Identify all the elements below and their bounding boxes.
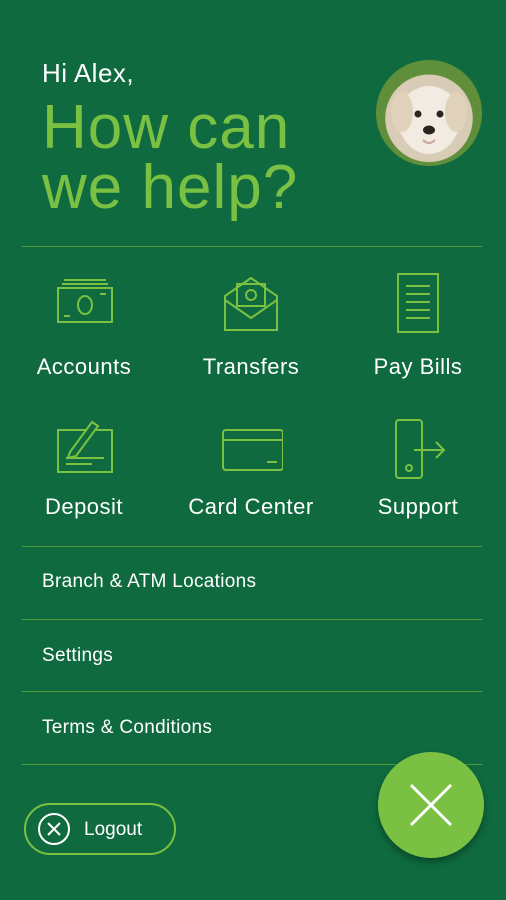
tile-deposit-label: Deposit [44,494,124,519]
logout-label: Logout [84,819,143,840]
tile-accounts[interactable]: Accounts [4,270,164,390]
tile-accounts-label: Accounts [36,354,132,379]
headline: How can we help? [42,93,382,222]
close-menu-button[interactable] [378,752,484,858]
headline-line-2: we help? [42,153,299,222]
phone-arrow-icon [395,419,446,479]
tile-pay-bills-label: Pay Bills [373,354,463,379]
check-pen-icon [57,420,113,473]
divider [22,691,482,692]
menu-item-terms[interactable]: Terms & Conditions [42,717,212,739]
headline-line-1: How can [42,93,291,162]
divider [22,546,482,547]
avatar[interactable] [376,60,482,166]
tile-transfers[interactable]: Transfers [171,270,331,390]
divider [22,246,482,247]
cash-icon [57,279,113,323]
card-icon [222,429,283,471]
logout-button[interactable]: Logout [24,803,176,855]
menu-item-settings[interactable]: Settings [42,645,113,667]
tile-support-label: Support [377,494,459,519]
envelope-money-icon [224,276,278,331]
puppy-avatar-icon [391,86,467,154]
tile-transfers-label: Transfers [202,354,300,379]
close-circle-icon [38,813,70,845]
bill-icon [397,273,439,333]
tile-deposit[interactable]: Deposit [4,418,164,538]
close-icon [409,783,453,827]
menu-item-branch-atm[interactable]: Branch & ATM Locations [42,571,256,593]
tile-card-center-label: Card Center [188,494,314,519]
greeting-text: Hi Alex, [42,58,135,88]
divider [22,619,482,620]
tile-card-center[interactable]: Card Center [171,418,331,538]
tile-support[interactable]: Support [338,418,498,538]
tile-pay-bills[interactable]: Pay Bills [338,270,498,390]
